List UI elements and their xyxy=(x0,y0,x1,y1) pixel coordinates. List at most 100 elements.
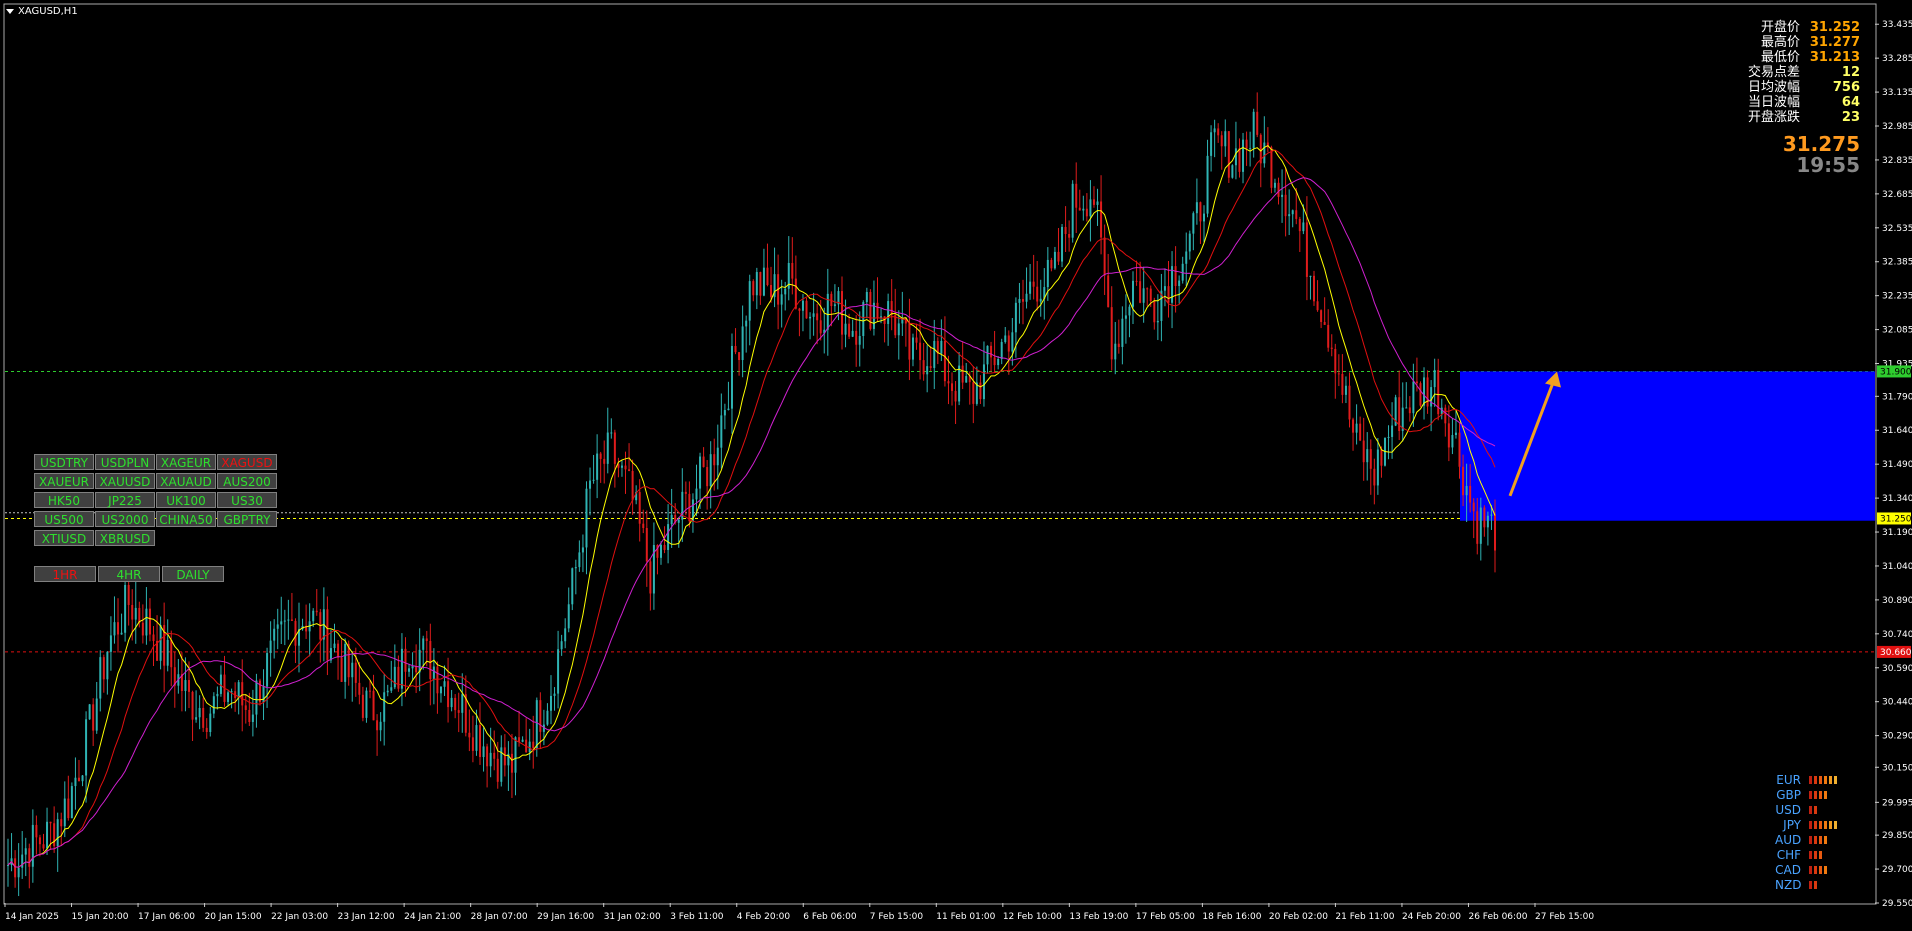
candle-body xyxy=(631,470,634,501)
strength-bar xyxy=(1819,820,1822,829)
candle-body xyxy=(209,713,212,733)
symbol-button-us500[interactable]: US500 xyxy=(34,511,94,527)
candle-body xyxy=(929,366,932,368)
candle-body xyxy=(1139,281,1142,303)
strength-bars xyxy=(1809,835,1829,844)
symbol-button-xbrusd[interactable]: XBRUSD xyxy=(95,530,155,546)
symbol-button-xtiusd[interactable]: XTIUSD xyxy=(34,530,94,546)
candle-body xyxy=(596,453,599,480)
candle-body xyxy=(897,323,900,336)
candle-body xyxy=(1039,298,1042,302)
candle-body xyxy=(187,680,190,692)
symbol-button-xageur[interactable]: XAGEUR xyxy=(156,454,216,470)
symbol-button-china50[interactable]: CHINA50 xyxy=(156,511,216,527)
x-tick-label: 24 Jan 21:00 xyxy=(404,912,461,922)
chart-window[interactable]: 33.435 33.285 33.135 32.985 32.835 32.685 32.5… xyxy=(0,0,1912,927)
candle-body xyxy=(518,737,521,742)
strength-bar xyxy=(1814,835,1817,844)
candle-body xyxy=(1256,111,1259,135)
candle-body xyxy=(1472,502,1475,512)
info-value: 31.213 xyxy=(1809,50,1860,65)
candle-body xyxy=(1124,315,1127,319)
candle-body xyxy=(993,357,996,366)
symbol-button-xagusd[interactable]: XAGUSD xyxy=(217,454,277,470)
info-row: 最高价 31.277 xyxy=(1690,35,1860,50)
candle-body xyxy=(816,313,819,321)
candle-body xyxy=(592,479,595,481)
price-chart[interactable]: 33.435 33.285 33.135 32.985 32.835 32.685 32.5… xyxy=(0,0,1912,927)
symbol-button-hk50[interactable]: HK50 xyxy=(34,492,94,508)
candle-body xyxy=(809,316,812,319)
info-value: 12 xyxy=(1841,65,1860,80)
symbol-button-xaueur[interactable]: XAUEUR xyxy=(34,473,94,489)
strength-row: NZD xyxy=(1775,877,1839,892)
x-tick-label: 20 Feb 02:00 xyxy=(1269,912,1328,922)
candle-body xyxy=(1046,259,1049,288)
x-tick-label: 14 Jan 2025 xyxy=(5,912,59,922)
candle-body xyxy=(117,622,120,635)
candle-body xyxy=(280,621,283,625)
timeframe-button-daily[interactable]: DAILY xyxy=(162,566,224,582)
timeframe-button-4hr[interactable]: 4HR xyxy=(98,566,160,582)
candle-body xyxy=(1451,435,1454,448)
candle-body xyxy=(1483,507,1486,528)
symbol-button-aus200[interactable]: AUS200 xyxy=(217,473,277,489)
candle-body xyxy=(982,364,985,400)
candle-body xyxy=(237,682,240,699)
symbol-button-us2000[interactable]: US2000 xyxy=(95,511,155,527)
symbol-button-gbptry[interactable]: GBPTRY xyxy=(217,511,277,527)
candle-body xyxy=(1174,266,1177,287)
candle-body xyxy=(716,447,719,466)
candle-body xyxy=(613,432,616,464)
x-tick-label: 22 Jan 03:00 xyxy=(271,912,328,922)
target-zone-rectangle[interactable] xyxy=(1460,371,1875,521)
candle-body xyxy=(1277,182,1280,197)
candle-body xyxy=(496,758,499,782)
candle-body xyxy=(14,858,17,878)
candle-body xyxy=(848,323,851,337)
symbol-button-uk100[interactable]: UK100 xyxy=(156,492,216,508)
candle-body xyxy=(762,267,765,296)
info-label: 最低价 xyxy=(1760,50,1800,65)
candle-body xyxy=(1085,208,1088,217)
candle-body xyxy=(486,746,489,767)
candle-body xyxy=(1486,515,1489,528)
strength-currency: CAD xyxy=(1775,862,1801,877)
dropdown-triangle-icon[interactable] xyxy=(6,8,14,14)
strength-bars xyxy=(1809,805,1819,814)
candle-body xyxy=(450,697,453,708)
candle-body xyxy=(1004,335,1007,343)
info-label: 最高价 xyxy=(1760,35,1800,50)
symbol-button-jp225[interactable]: JP225 xyxy=(95,492,155,508)
info-row: 日均波幅 756 xyxy=(1690,80,1860,95)
candle-body xyxy=(227,692,230,702)
y-tick-label: 32.385 xyxy=(1882,258,1912,268)
strength-bar xyxy=(1824,820,1827,829)
candle-body xyxy=(574,567,577,569)
chart-title: XAGUSD,H1 xyxy=(6,6,78,17)
symbol-button-us30[interactable]: US30 xyxy=(217,492,277,508)
candle-body xyxy=(1202,213,1205,222)
symbol-button-xauusd[interactable]: XAUUSD xyxy=(95,473,155,489)
symbol-button-usdtry[interactable]: USDTRY xyxy=(34,454,94,470)
candle-body xyxy=(1415,381,1418,384)
y-tick-label: 32.685 xyxy=(1882,190,1912,200)
symbol-button-usdpln[interactable]: USDPLN xyxy=(95,454,155,470)
strength-bars xyxy=(1809,880,1819,889)
candle-body xyxy=(770,285,773,298)
candle-body xyxy=(85,719,88,776)
candle-body xyxy=(1494,514,1496,551)
candle-body xyxy=(951,383,954,391)
candle-body xyxy=(81,775,84,782)
candle-body xyxy=(748,281,751,321)
candle-body xyxy=(248,709,251,722)
symbol-button-xauaud[interactable]: XAUAUD xyxy=(156,473,216,489)
candle-body xyxy=(1242,139,1245,172)
candle-body xyxy=(195,717,198,720)
x-tick-label: 21 Feb 11:00 xyxy=(1335,912,1394,922)
candle-body xyxy=(120,632,123,635)
candle-body xyxy=(805,300,808,319)
candle-body xyxy=(1344,385,1347,395)
timeframe-button-1hr[interactable]: 1HR xyxy=(34,566,96,582)
candle-body xyxy=(1135,280,1138,282)
